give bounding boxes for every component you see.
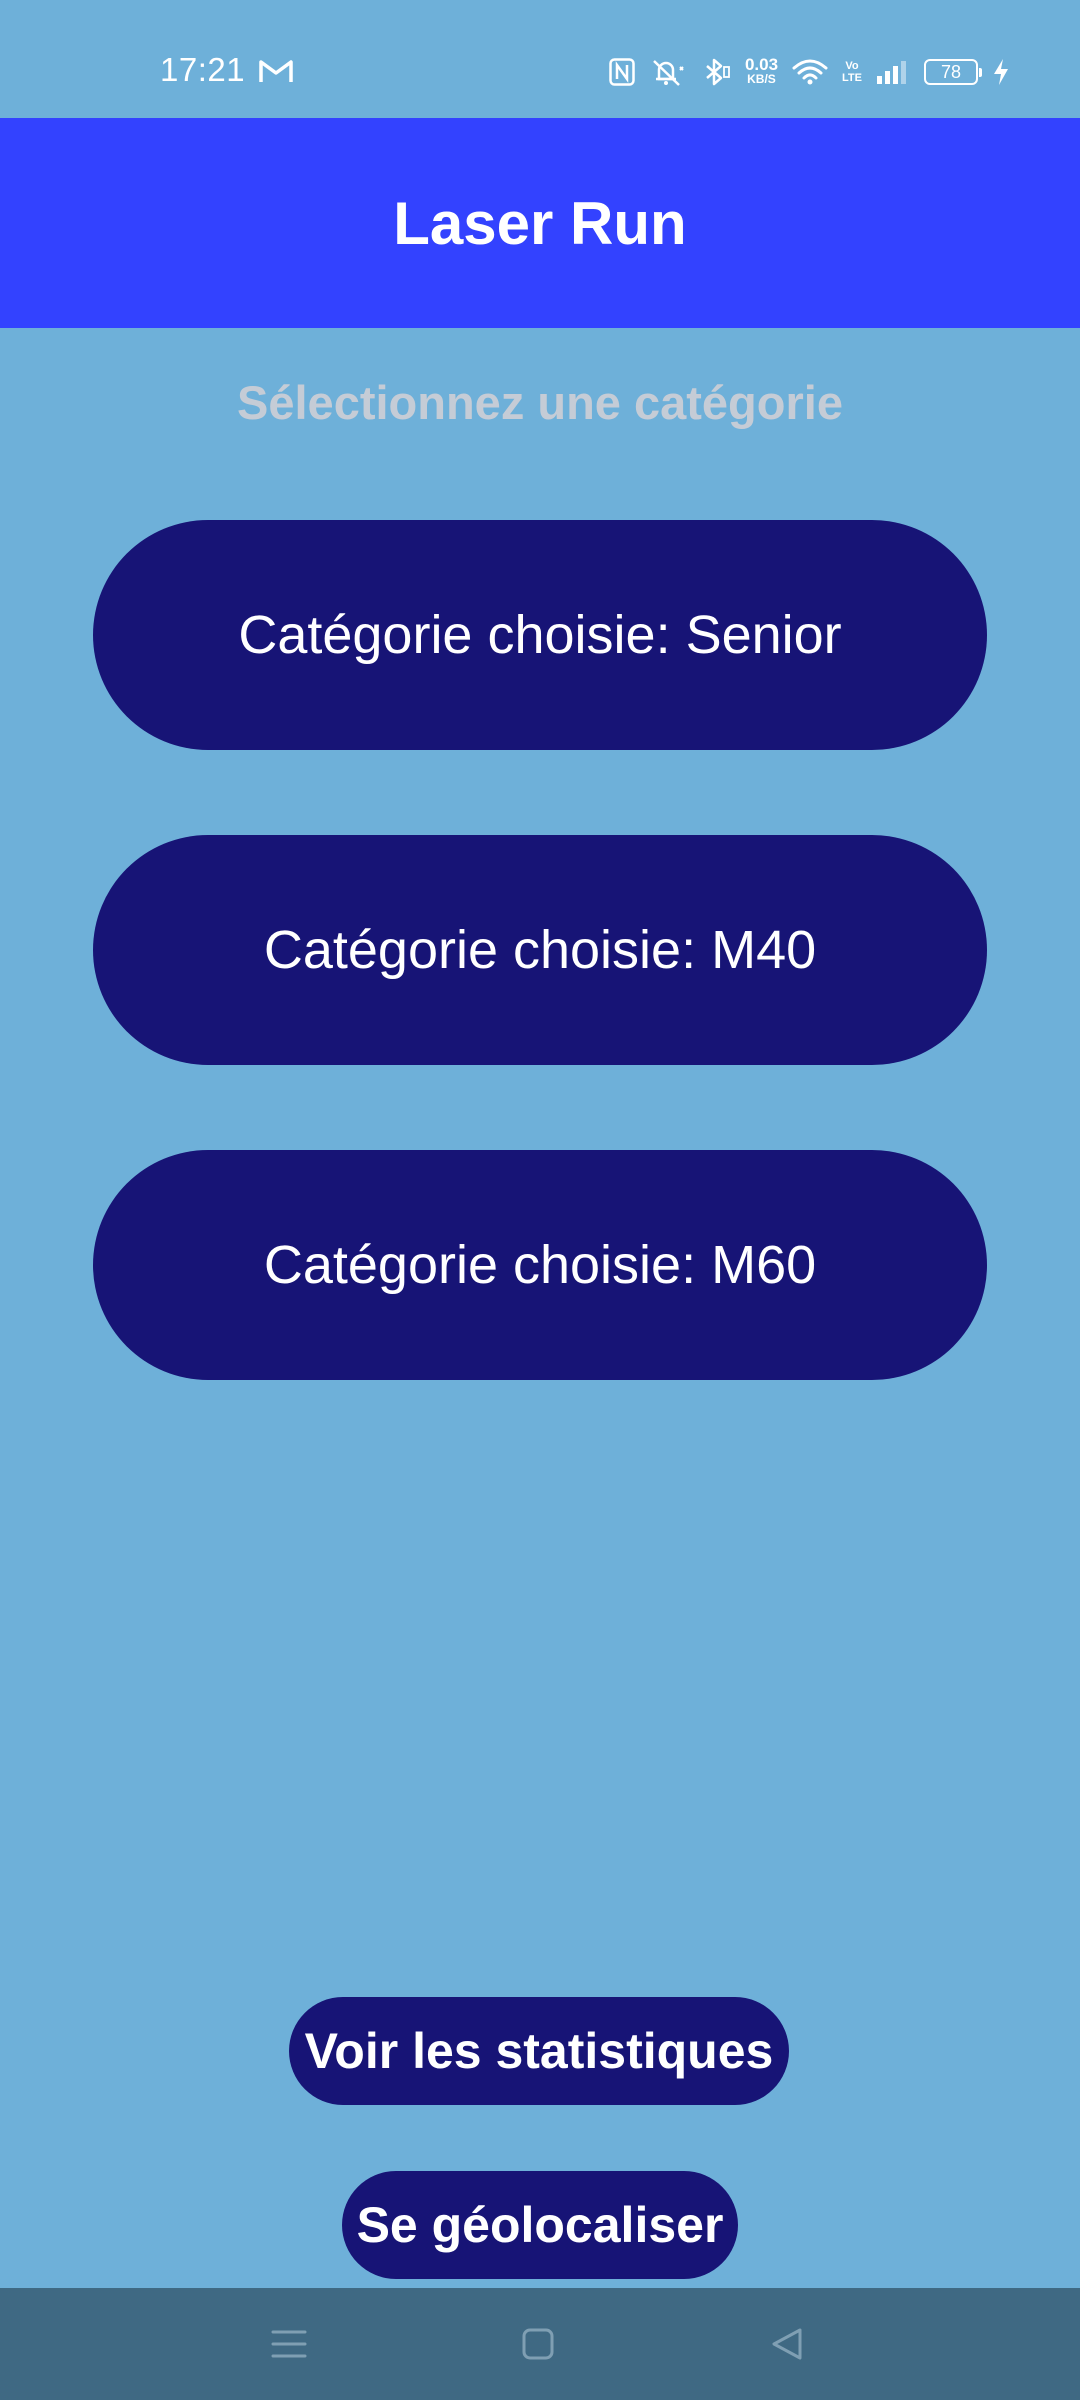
app-title: Laser Run bbox=[393, 189, 687, 257]
status-time: 17:21 bbox=[160, 51, 246, 88]
signal-icon bbox=[876, 59, 910, 85]
app-bar: Laser Run bbox=[0, 118, 1080, 328]
volte-top: Vo bbox=[845, 60, 859, 72]
battery-icon: 78 bbox=[924, 59, 982, 85]
category-m60-label: Catégorie choisie: M60 bbox=[263, 1235, 817, 1295]
battery-level: 78 bbox=[940, 61, 962, 82]
category-senior-label: Catégorie choisie: Senior bbox=[238, 605, 842, 665]
network-speed-unit: KB/S bbox=[747, 72, 776, 86]
mute-icon bbox=[649, 57, 687, 87]
category-m60-button[interactable]: Catégorie choisie: M60 bbox=[93, 1150, 987, 1380]
status-icons: 0.03 KB/S Vo LTE 78 bbox=[609, 52, 1010, 92]
charging-icon bbox=[992, 58, 1010, 86]
network-speed: 0.03 KB/S bbox=[744, 55, 779, 86]
status-bar: 17:21 0.03 KB/S Vo LTE 78 bbox=[0, 0, 1080, 118]
menu-icon[interactable] bbox=[259, 2314, 319, 2374]
gmail-icon bbox=[258, 56, 294, 86]
page-subtitle: Sélectionnez une catégorie bbox=[237, 376, 843, 429]
category-senior-button[interactable]: Catégorie choisie: Senior bbox=[93, 520, 987, 750]
nfc-icon bbox=[609, 58, 635, 86]
navigation-bar bbox=[0, 2288, 1080, 2400]
view-statistics-button[interactable]: Voir les statistiques bbox=[289, 1997, 789, 2105]
category-m40-button[interactable]: Catégorie choisie: M40 bbox=[93, 835, 987, 1065]
geolocate-button[interactable]: Se géolocaliser bbox=[342, 2171, 738, 2279]
wifi-icon bbox=[792, 58, 828, 86]
category-m40-label: Catégorie choisie: M40 bbox=[263, 920, 817, 980]
bluetooth-icon bbox=[701, 57, 731, 87]
geolocate-label: Se géolocaliser bbox=[356, 2197, 724, 2253]
volte-indicator: Vo LTE bbox=[842, 60, 862, 84]
back-icon[interactable] bbox=[757, 2314, 817, 2374]
home-icon[interactable] bbox=[508, 2314, 568, 2374]
volte-bottom: LTE bbox=[842, 72, 862, 84]
network-speed-value: 0.03 bbox=[744, 55, 779, 74]
view-statistics-label: Voir les statistiques bbox=[304, 2023, 774, 2079]
